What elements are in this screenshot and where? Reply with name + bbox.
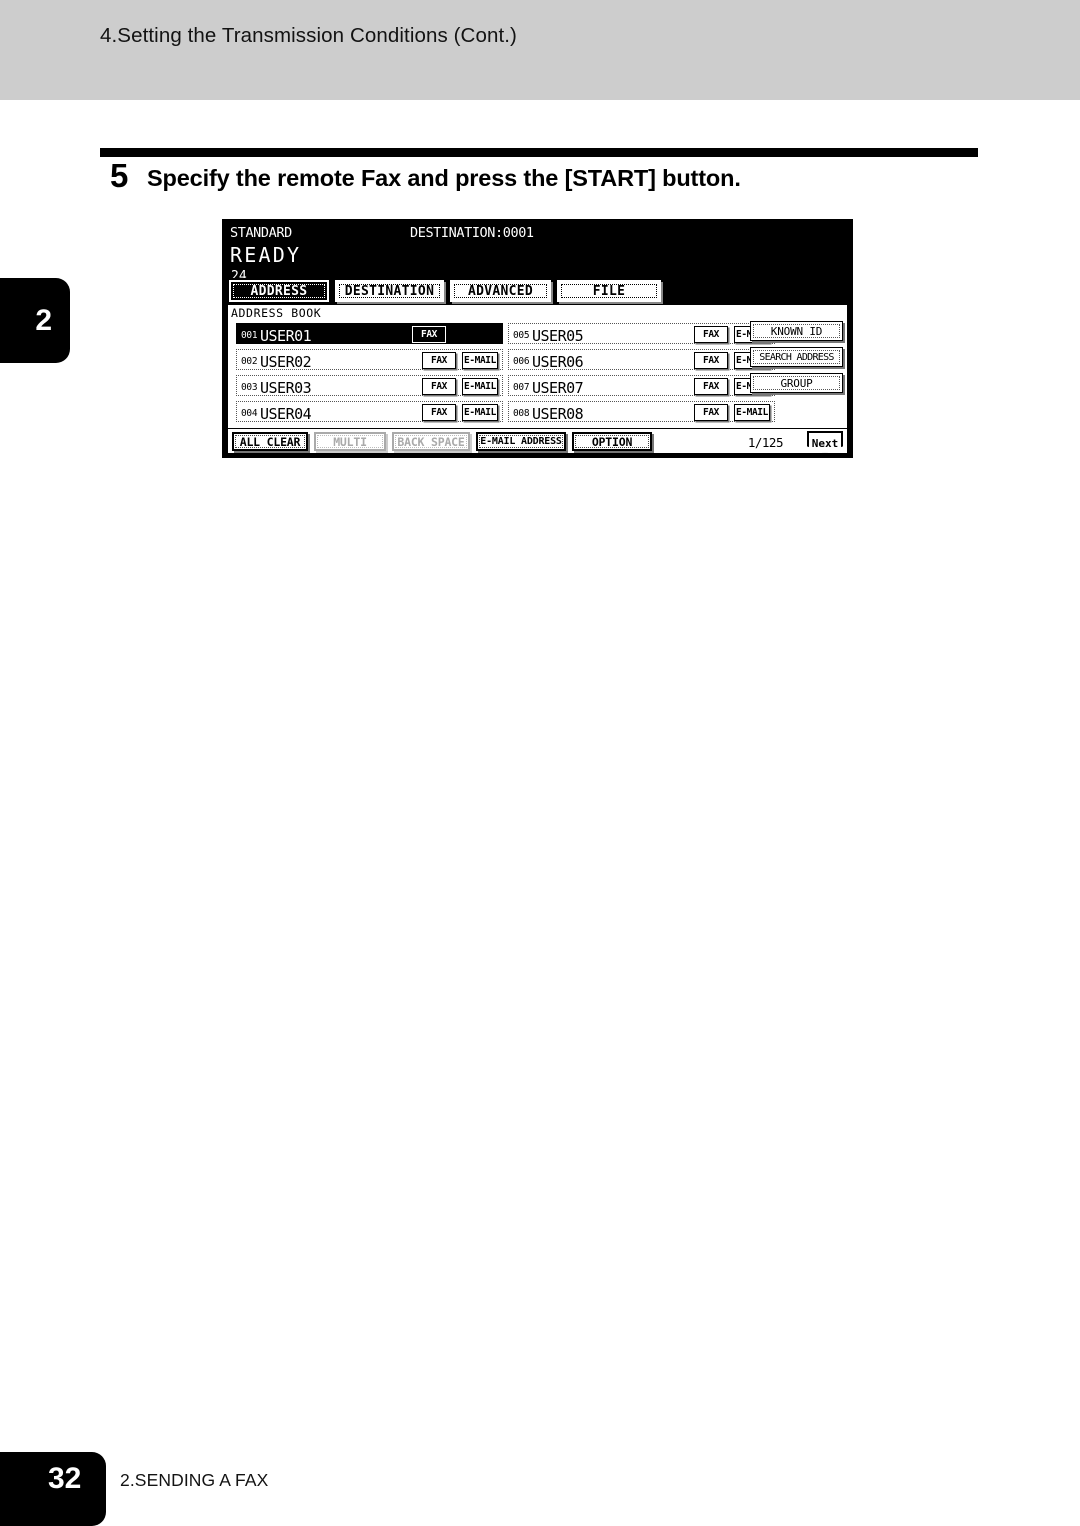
- back-space-button[interactable]: BACK SPACE: [392, 432, 470, 451]
- page-header-band: [0, 0, 1080, 100]
- email-button[interactable]: E-MAIL: [462, 404, 498, 421]
- email-address-button[interactable]: E-MAIL ADDRESS: [476, 432, 566, 451]
- tab-destination-label: DESTINATION: [344, 283, 435, 299]
- entry-index: 005: [513, 330, 530, 341]
- tab-address-label: ADDRESS: [250, 283, 308, 299]
- address-column-right: 005 USER05 FAX E-MAIL 006 USER06 FAX E-M…: [508, 323, 775, 427]
- fax-button[interactable]: FAX: [694, 404, 728, 421]
- step-number: 5: [110, 157, 129, 194]
- lcd-destination-count: DESTINATION:0001: [410, 225, 534, 241]
- entry-name: USER01: [260, 327, 312, 345]
- step-heading: 5 Specify the remote Fax and press the […: [100, 159, 1000, 203]
- tab-advanced[interactable]: ADVANCED: [450, 280, 551, 302]
- tab-destination[interactable]: DESTINATION: [335, 280, 444, 302]
- entry-index: 002: [241, 356, 258, 367]
- tab-file-label: FILE: [592, 283, 626, 299]
- footer-page-number: 32: [48, 1462, 82, 1495]
- address-book-label: ADDRESS BOOK: [231, 306, 322, 320]
- next-page-button[interactable]: Next: [807, 431, 843, 453]
- button-focus-outline: [753, 350, 840, 364]
- known-id-button[interactable]: KNOWN ID: [750, 321, 843, 341]
- chapter-side-tab: 2: [0, 278, 70, 363]
- email-button[interactable]: E-MAIL: [462, 378, 498, 395]
- page-indicator: 1/125: [747, 435, 784, 450]
- lcd-ready-status: READY: [230, 243, 302, 267]
- list-item[interactable]: 008 USER08 FAX E-MAIL: [508, 401, 775, 423]
- tab-address[interactable]: ADDRESS: [227, 278, 331, 304]
- fax-button[interactable]: FAX: [412, 326, 446, 343]
- entry-index: 006: [513, 356, 530, 367]
- chapter-number: 2: [35, 303, 52, 337]
- entry-name: USER05: [532, 327, 584, 345]
- entry-name: USER02: [260, 353, 312, 371]
- fax-button[interactable]: FAX: [422, 352, 456, 369]
- search-address-button[interactable]: SEARCH ADDRESS: [750, 347, 843, 367]
- heading-rule: [100, 148, 978, 157]
- lcd-mode-label: STANDARD: [230, 225, 292, 241]
- entry-name: USER03: [260, 379, 312, 397]
- fax-button[interactable]: FAX: [694, 352, 728, 369]
- entry-name: USER04: [260, 405, 312, 423]
- footer-section-title: 2.SENDING A FAX: [120, 1470, 269, 1490]
- multi-button[interactable]: MULTI: [314, 432, 386, 451]
- list-item[interactable]: 007 USER07 FAX E-MAIL: [508, 375, 775, 397]
- button-focus-outline: [395, 435, 467, 448]
- list-item[interactable]: 002 USER02 FAX E-MAIL: [236, 349, 503, 371]
- list-item[interactable]: 003 USER03 FAX E-MAIL: [236, 375, 503, 397]
- list-item[interactable]: 001 USER01 FAX: [236, 323, 503, 345]
- email-button[interactable]: E-MAIL: [462, 352, 498, 369]
- page-header-title: 4.Setting the Transmission Conditions (C…: [100, 24, 517, 47]
- entry-name: USER08: [532, 405, 584, 423]
- button-focus-outline: [479, 435, 563, 448]
- button-focus-outline: [235, 435, 305, 448]
- fax-button[interactable]: FAX: [694, 378, 728, 395]
- entry-index: 004: [241, 408, 258, 419]
- lcd-bottom-toolbar: ALL CLEAR MULTI BACK SPACE E-MAIL ADDRES…: [227, 428, 848, 454]
- entry-index: 007: [513, 382, 530, 393]
- list-item[interactable]: 006 USER06 FAX E-MAIL: [508, 349, 775, 371]
- fax-lcd-panel: STANDARD DESTINATION:0001 READY 24 ADDRE…: [222, 219, 853, 458]
- option-button[interactable]: OPTION: [572, 432, 652, 451]
- fax-button[interactable]: FAX: [422, 378, 456, 395]
- button-focus-outline: [753, 324, 840, 338]
- tab-advanced-label: ADVANCED: [467, 283, 533, 299]
- fax-button[interactable]: FAX: [694, 326, 728, 343]
- entry-index: 008: [513, 408, 530, 419]
- list-item[interactable]: 005 USER05 FAX E-MAIL: [508, 323, 775, 345]
- entry-index: 003: [241, 382, 258, 393]
- fax-button[interactable]: FAX: [422, 404, 456, 421]
- entry-name: USER06: [532, 353, 584, 371]
- list-item[interactable]: 004 USER04 FAX E-MAIL: [236, 401, 503, 423]
- step-instruction: Specify the remote Fax and press the [ST…: [147, 165, 741, 191]
- tab-file[interactable]: FILE: [557, 280, 661, 302]
- address-side-buttons: KNOWN ID SEARCH ADDRESS GROUP: [750, 321, 843, 399]
- all-clear-button[interactable]: ALL CLEAR: [232, 432, 308, 451]
- button-focus-outline: [317, 435, 383, 448]
- button-focus-outline: [575, 435, 649, 448]
- button-focus-outline: [753, 376, 840, 390]
- next-label: Next: [811, 436, 839, 450]
- entry-index: 001: [241, 330, 258, 341]
- entry-name: USER07: [532, 379, 584, 397]
- group-button[interactable]: GROUP: [750, 373, 843, 393]
- address-column-left: 001 USER01 FAX 002 USER02 FAX E-MAIL 003…: [236, 323, 503, 427]
- email-button[interactable]: E-MAIL: [734, 404, 770, 421]
